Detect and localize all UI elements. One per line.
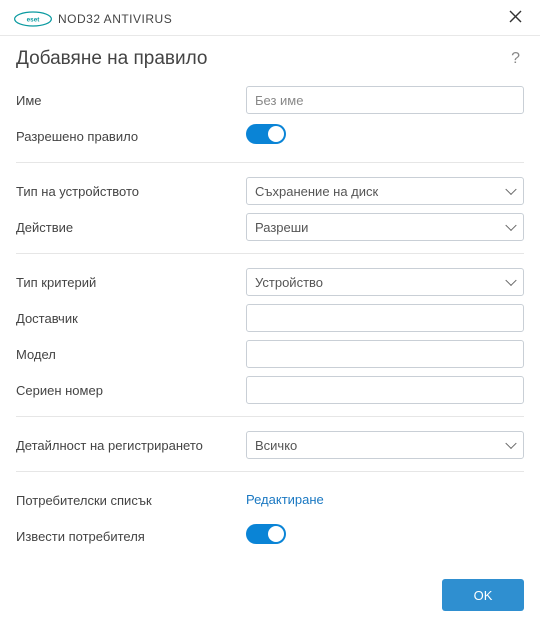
label-notify: Извести потребителя <box>16 529 246 544</box>
brand: eset NOD32 ANTIVIRUS <box>14 11 172 27</box>
row-user-list: Потребителски списък Редактиране <box>16 484 524 516</box>
row-notify: Извести потребителя <box>16 520 524 552</box>
brand-text: NOD32 ANTIVIRUS <box>58 12 172 26</box>
device-type-select[interactable]: Съхранение на диск <box>246 177 524 205</box>
divider <box>16 253 524 254</box>
label-criteria-type: Тип критерий <box>16 275 246 290</box>
label-user-list: Потребителски списък <box>16 493 246 508</box>
page-title: Добавяне на правило <box>16 48 208 70</box>
eset-logo: eset <box>14 11 52 27</box>
content: Добавяне на правило ? Име Разрешено прав… <box>0 36 540 552</box>
row-vendor: Доставчик <box>16 302 524 334</box>
label-logging: Детайлност на регистрирането <box>16 438 246 453</box>
model-input[interactable] <box>246 340 524 368</box>
row-action: Действие Разреши <box>16 211 524 243</box>
row-logging: Детайлност на регистрирането Всичко <box>16 429 524 461</box>
row-device-type: Тип на устройството Съхранение на диск <box>16 175 524 207</box>
close-icon <box>509 10 522 23</box>
label-model: Модел <box>16 347 246 362</box>
row-model: Модел <box>16 338 524 370</box>
ok-button[interactable]: OK <box>442 579 524 611</box>
edit-user-list-link[interactable]: Редактиране <box>246 492 324 507</box>
divider <box>16 471 524 472</box>
serial-input[interactable] <box>246 376 524 404</box>
action-select[interactable]: Разреши <box>246 213 524 241</box>
label-action: Действие <box>16 220 246 235</box>
divider <box>16 416 524 417</box>
divider <box>16 162 524 163</box>
label-serial: Сериен номер <box>16 383 246 398</box>
criteria-type-select[interactable]: Устройство <box>246 268 524 296</box>
name-input[interactable] <box>246 86 524 114</box>
label-enabled: Разрешено правило <box>16 129 246 144</box>
row-serial: Сериен номер <box>16 374 524 406</box>
row-name: Име <box>16 84 524 116</box>
enabled-toggle[interactable] <box>246 124 286 144</box>
label-device-type: Тип на устройството <box>16 184 246 199</box>
help-button[interactable]: ? <box>507 48 524 70</box>
logging-select[interactable]: Всичко <box>246 431 524 459</box>
titlebar: eset NOD32 ANTIVIRUS <box>0 0 540 36</box>
notify-toggle[interactable] <box>246 524 286 544</box>
help-icon: ? <box>511 50 520 67</box>
close-button[interactable] <box>503 8 528 29</box>
footer: OK <box>442 579 524 611</box>
row-criteria-type: Тип критерий Устройство <box>16 266 524 298</box>
label-vendor: Доставчик <box>16 311 246 326</box>
label-name: Име <box>16 93 246 108</box>
vendor-input[interactable] <box>246 304 524 332</box>
row-enabled: Разрешено правило <box>16 120 524 152</box>
header-row: Добавяне на правило ? <box>16 48 524 70</box>
svg-text:eset: eset <box>27 16 41 23</box>
